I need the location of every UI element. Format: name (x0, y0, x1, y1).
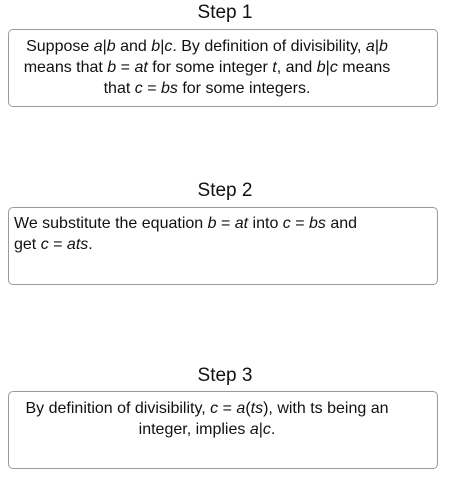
step-3-title: Step 3 (197, 365, 253, 386)
step-1-line-2: means that b = at for some integer t, an… (23, 59, 391, 76)
step-1-line-3: that c = bs for some integers. (103, 80, 311, 97)
step-2-line-2: get c = ats. (14, 236, 93, 253)
step-1-line-1: Suppose a|b and b|c. By definition of di… (26, 38, 388, 55)
step-1-box: Suppose a|b and b|c. By definition of di… (8, 29, 438, 107)
step-2-title: Step 2 (197, 180, 253, 201)
step-1-text: Suppose a|b and b|c. By definition of di… (0, 36, 417, 99)
step-3-box: By definition of divisibility, c = a(ts)… (8, 391, 438, 469)
step-3-line-1: By definition of divisibility, c = a(ts)… (25, 400, 389, 417)
step-3-line-2: integer, implies a|c. (138, 421, 276, 438)
step-2-line-1: We substitute the equation b = at into c… (14, 215, 358, 232)
step-3-text: By definition of divisibility, c = a(ts)… (0, 398, 417, 440)
step-1-title: Step 1 (197, 2, 253, 23)
step-2-text: We substitute the equation b = at into c… (14, 213, 434, 255)
step-2-box: We substitute the equation b = at into c… (8, 207, 438, 285)
